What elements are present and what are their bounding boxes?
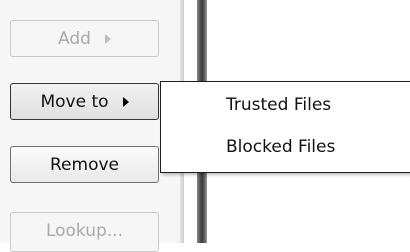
move-to-button-label: Move to bbox=[40, 91, 109, 112]
move-to-button[interactable]: Move to bbox=[10, 83, 159, 120]
submenu-arrow-icon bbox=[122, 96, 129, 107]
lookup-button[interactable]: Lookup... bbox=[10, 212, 159, 252]
add-button[interactable]: Add bbox=[10, 20, 159, 57]
menu-item-blocked-files[interactable]: Blocked Files bbox=[226, 137, 335, 157]
remove-button[interactable]: Remove bbox=[10, 146, 159, 183]
lookup-button-label: Lookup... bbox=[45, 221, 124, 241]
add-button-label: Add bbox=[58, 28, 91, 49]
submenu-arrow-icon bbox=[104, 33, 111, 44]
remove-button-label: Remove bbox=[50, 154, 119, 175]
move-to-submenu: Trusted Files Blocked Files bbox=[160, 81, 410, 173]
menu-item-trusted-files[interactable]: Trusted Files bbox=[226, 95, 331, 115]
